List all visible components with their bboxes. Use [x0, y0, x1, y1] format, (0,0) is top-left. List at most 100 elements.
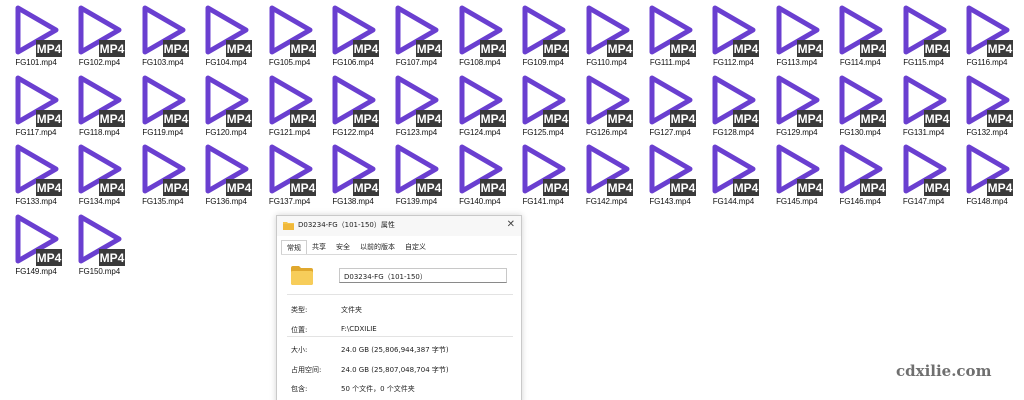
file-name: FG136.mp4: [205, 197, 247, 206]
mp4-badge: MP4: [290, 112, 315, 126]
file-name: FG108.mp4: [459, 58, 501, 67]
file-item[interactable]: MP4 FG145.mp4: [765, 139, 829, 209]
file-item[interactable]: MP4 FG136.mp4: [194, 139, 258, 209]
file-item[interactable]: MP4 FG139.mp4: [384, 139, 448, 209]
file-item[interactable]: MP4 FG101.mp4: [4, 0, 68, 70]
mp4-file-icon: MP4: [395, 75, 443, 127]
file-item[interactable]: MP4 FG129.mp4: [765, 70, 829, 140]
file-item[interactable]: MP4 FG143.mp4: [638, 139, 702, 209]
mp4-badge: MP4: [417, 181, 442, 195]
mp4-badge: MP4: [797, 42, 822, 56]
file-item[interactable]: MP4 FG113.mp4: [765, 0, 829, 70]
file-item[interactable]: MP4 FG148.mp4: [955, 139, 1019, 209]
tab-2[interactable]: 安全: [331, 240, 355, 254]
file-item[interactable]: MP4 FG130.mp4: [828, 70, 892, 140]
file-item[interactable]: MP4 FG142.mp4: [575, 139, 639, 209]
tab-1[interactable]: 共享: [307, 240, 331, 254]
file-item[interactable]: MP4 FG112.mp4: [701, 0, 765, 70]
file-item[interactable]: MP4 FG105.mp4: [258, 0, 322, 70]
file-item[interactable]: MP4 FG150.mp4: [67, 209, 131, 279]
dialog-title: D03234-FG（101-150）属性: [298, 221, 395, 229]
mp4-badge: MP4: [37, 251, 62, 265]
dialog-titlebar[interactable]: D03234-FG（101-150）属性 ✕: [277, 216, 521, 236]
file-item[interactable]: MP4 FG141.mp4: [511, 139, 575, 209]
property-row: 大小: 24.0 GB (25,806,944,387 字节): [291, 345, 511, 355]
file-name: FG148.mp4: [966, 197, 1008, 206]
file-name: FG131.mp4: [902, 127, 945, 137]
mp4-file-icon: MP4: [522, 5, 570, 57]
file-item[interactable]: MP4 FG123.mp4: [384, 70, 448, 140]
mp4-badge: MP4: [163, 42, 188, 56]
file-item[interactable]: MP4 FG115.mp4: [892, 0, 956, 70]
file-item[interactable]: MP4 FG137.mp4: [258, 139, 322, 209]
mp4-file-icon: MP4: [839, 75, 887, 127]
watermark: cdxilie.com: [896, 362, 992, 380]
file-item[interactable]: MP4 FG126.mp4: [575, 70, 639, 140]
mp4-file-icon: MP4: [903, 75, 950, 127]
file-item[interactable]: MP4 FG118.mp4: [67, 70, 131, 140]
mp4-file-icon: MP4: [649, 75, 696, 127]
file-name: FG115.mp4: [903, 58, 944, 67]
file-item[interactable]: MP4 FG108.mp4: [448, 0, 512, 70]
file-name: FG117.mp4: [15, 127, 57, 137]
file-item[interactable]: MP4 FG149.mp4: [4, 209, 68, 279]
file-item[interactable]: MP4 FG114.mp4: [828, 0, 892, 70]
file-item[interactable]: MP4 FG111.mp4: [638, 0, 702, 70]
file-item[interactable]: MP4 FG140.mp4: [448, 139, 512, 209]
file-item[interactable]: MP4 FG134.mp4: [67, 139, 131, 209]
property-label: 位置:: [291, 326, 308, 334]
file-item[interactable]: MP4 FG116.mp4: [955, 0, 1019, 70]
mp4-badge: MP4: [354, 112, 379, 126]
file-item[interactable]: MP4 FG147.mp4: [892, 139, 956, 209]
mp4-badge: MP4: [734, 181, 759, 195]
mp4-badge: MP4: [227, 42, 252, 56]
tab-4[interactable]: 自定义: [400, 240, 431, 254]
file-item[interactable]: MP4 FG103.mp4: [131, 0, 195, 70]
mp4-badge: MP4: [163, 181, 188, 195]
file-name: FG123.mp4: [395, 127, 438, 137]
tab-0[interactable]: 常规: [281, 240, 307, 255]
mp4-badge: MP4: [290, 181, 315, 195]
file-name: FG116.mp4: [966, 58, 1008, 67]
file-item[interactable]: MP4 FG110.mp4: [575, 0, 639, 70]
file-item[interactable]: MP4 FG146.mp4: [828, 139, 892, 209]
file-item[interactable]: MP4 FG102.mp4: [67, 0, 131, 70]
file-item[interactable]: MP4 FG119.mp4: [131, 70, 195, 140]
mp4-file-icon: MP4: [205, 144, 253, 196]
file-item[interactable]: MP4 FG132.mp4: [955, 70, 1019, 140]
file-item[interactable]: MP4 FG133.mp4: [4, 139, 68, 209]
file-item[interactable]: MP4 FG138.mp4: [321, 139, 385, 209]
file-item[interactable]: MP4 FG127.mp4: [638, 70, 702, 140]
divider: [287, 294, 513, 295]
file-item[interactable]: MP4 FG109.mp4: [511, 0, 575, 70]
file-item[interactable]: MP4 FG117.mp4: [4, 70, 68, 140]
file-name: FG119.mp4: [142, 127, 184, 137]
mp4-badge: MP4: [417, 42, 442, 56]
file-item[interactable]: MP4 FG121.mp4: [258, 70, 322, 140]
mp4-file-icon: MP4: [332, 5, 379, 57]
file-name: FG132.mp4: [966, 127, 1008, 137]
file-item[interactable]: MP4 FG131.mp4: [892, 70, 956, 140]
file-name: FG111.mp4: [649, 58, 691, 67]
tab-3[interactable]: 以前的版本: [355, 240, 400, 254]
mp4-badge: MP4: [861, 181, 886, 195]
file-item[interactable]: MP4 FG144.mp4: [701, 139, 765, 209]
file-item[interactable]: MP4 FG135.mp4: [131, 139, 195, 209]
mp4-file-icon: MP4: [903, 5, 950, 57]
file-item[interactable]: MP4 FG122.mp4: [321, 70, 385, 140]
mp4-file-icon: MP4: [15, 144, 62, 196]
folder-name-field[interactable]: D03234-FG（101-150）: [339, 268, 507, 283]
file-name: FG103.mp4: [142, 58, 184, 67]
file-item[interactable]: MP4 FG128.mp4: [701, 70, 765, 140]
close-icon[interactable]: ✕: [507, 219, 515, 231]
file-name: FG126.mp4: [585, 127, 628, 137]
file-name: FG145.mp4: [776, 197, 818, 206]
file-item[interactable]: MP4 FG106.mp4: [321, 0, 385, 70]
file-item[interactable]: MP4 FG107.mp4: [384, 0, 448, 70]
file-item[interactable]: MP4 FG104.mp4: [194, 0, 258, 70]
file-name: FG143.mp4: [649, 197, 691, 206]
mp4-badge: MP4: [37, 181, 62, 195]
file-item[interactable]: MP4 FG124.mp4: [448, 70, 512, 140]
file-item[interactable]: MP4 FG120.mp4: [194, 70, 258, 140]
file-item[interactable]: MP4 FG125.mp4: [511, 70, 575, 140]
